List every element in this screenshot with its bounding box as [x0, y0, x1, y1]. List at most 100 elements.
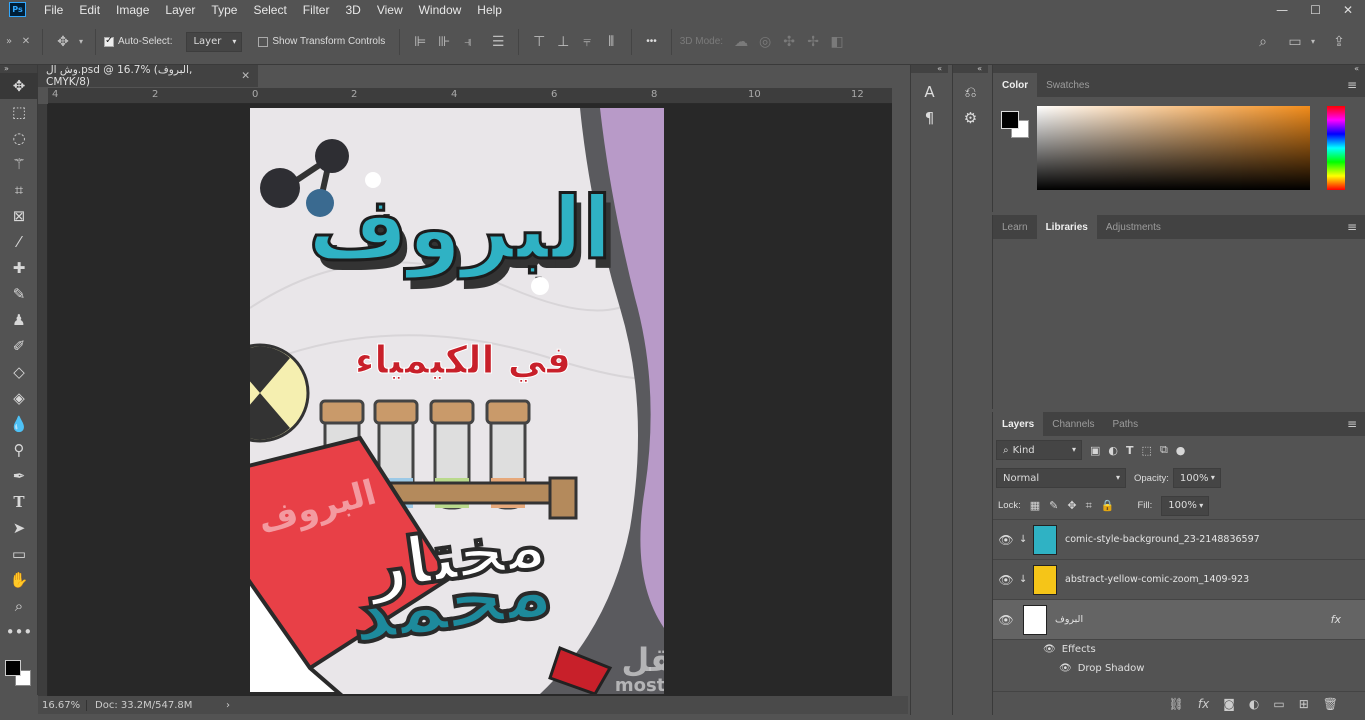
trash-icon[interactable]: 🗑 — [1323, 697, 1338, 711]
fill-field[interactable]: 100% ▾ — [1161, 495, 1210, 516]
pen-tool-icon[interactable]: ✒ — [0, 463, 38, 489]
3d-camera-icon[interactable]: ◧ — [825, 34, 849, 50]
collapse-column-2[interactable]: « — [953, 65, 988, 73]
panel-menu-icon[interactable]: ≡ — [1347, 215, 1365, 239]
lasso-tool-icon[interactable]: ◌ — [0, 125, 38, 151]
tab-learn[interactable]: Learn — [993, 215, 1037, 239]
blur-tool-icon[interactable]: 💧 — [0, 411, 38, 437]
layer-row[interactable]: 👁 ↓ comic-style-background_23-2148836597 — [993, 520, 1365, 560]
color-foreground-chip[interactable] — [1001, 111, 1019, 129]
foreground-color-swatch[interactable] — [5, 660, 21, 676]
add-style-icon[interactable]: fx — [1198, 697, 1209, 711]
tab-swatches[interactable]: Swatches — [1037, 73, 1098, 97]
chevron-down-icon[interactable]: ▾ — [75, 37, 87, 46]
frame-tool-icon[interactable]: ⊠ — [0, 203, 38, 229]
opacity-field[interactable]: 100% ▾ — [1172, 468, 1221, 488]
auto-select-dropdown[interactable]: Layer ▾ — [186, 31, 243, 52]
filter-smart-object-icon[interactable]: ⧉ — [1160, 443, 1168, 457]
maximize-button[interactable]: ☐ — [1310, 3, 1321, 17]
stamp-tool-icon[interactable]: ♟ — [0, 307, 38, 333]
3d-slide-icon[interactable]: ✢ — [801, 34, 825, 50]
collapse-column-1[interactable]: « — [911, 65, 948, 73]
layer-name[interactable]: abstract-yellow-comic-zoom_1409-923 — [1065, 574, 1249, 585]
properties-panel-icon[interactable]: ⚙ — [953, 105, 988, 131]
auto-select-checkbox[interactable] — [104, 35, 114, 47]
lock-position-icon[interactable]: ✥ — [1067, 499, 1076, 512]
hand-tool-icon[interactable]: ✋ — [0, 567, 38, 593]
lock-transparent-icon[interactable]: ▦ — [1030, 499, 1040, 512]
status-menu-icon[interactable]: › — [226, 700, 230, 711]
close-document-icon[interactable]: ✕ — [241, 70, 250, 82]
zoom-level[interactable]: 16.67% — [38, 700, 86, 711]
share-icon[interactable]: ⇪ — [1327, 34, 1351, 50]
character-panel-icon[interactable]: A — [911, 79, 948, 105]
menu-3d[interactable]: 3D — [337, 3, 368, 17]
close-options-icon[interactable]: ✕ — [18, 36, 34, 47]
minimize-button[interactable]: — — [1276, 3, 1288, 17]
type-tool-icon[interactable]: T — [0, 489, 38, 515]
filter-adjustment-icon[interactable]: ◐ — [1108, 444, 1118, 457]
artboard[interactable]: البروف البروف في الكيمياء البروف مختار م… — [250, 108, 664, 694]
marquee-tool-icon[interactable]: ⬚ — [0, 99, 38, 125]
panel-menu-icon[interactable]: ≡ — [1347, 412, 1365, 436]
menu-type[interactable]: Type — [203, 3, 245, 17]
collapse-icon[interactable]: » — [0, 36, 18, 47]
menu-select[interactable]: Select — [245, 3, 294, 17]
move-tool-preset-icon[interactable]: ✥ — [51, 34, 75, 50]
path-selection-icon[interactable]: ➤ — [0, 515, 38, 541]
layer-name[interactable]: comic-style-background_23-2148836597 — [1065, 534, 1260, 545]
shape-tool-icon[interactable]: ▭ — [0, 541, 38, 567]
menu-layer[interactable]: Layer — [157, 3, 203, 17]
menu-edit[interactable]: Edit — [71, 3, 108, 17]
link-layers-icon[interactable]: ⛓ — [1169, 697, 1184, 711]
toolbar-collapse[interactable]: » — [0, 65, 37, 73]
brush-tool-icon[interactable]: ✎ — [0, 281, 38, 307]
more-options-button[interactable]: ••• — [646, 36, 657, 47]
paint-bucket-icon[interactable]: ◈ — [0, 385, 38, 411]
new-layer-icon[interactable]: ⊞ — [1299, 697, 1309, 711]
workspace-icon[interactable]: ▭ — [1283, 34, 1307, 50]
blend-mode-dropdown[interactable]: Normal ▾ — [996, 468, 1126, 488]
filter-pixel-icon[interactable]: ▣ — [1090, 444, 1100, 457]
zoom-tool-icon[interactable]: ⌕ — [0, 593, 38, 619]
3d-roll-icon[interactable]: ◎ — [753, 34, 777, 50]
color-picker-field[interactable] — [1037, 106, 1310, 190]
panel-menu-icon[interactable]: ≡ — [1347, 73, 1365, 97]
paragraph-panel-icon[interactable]: ¶ — [911, 105, 948, 131]
align-left-icon[interactable]: ⊫ — [408, 34, 432, 50]
3d-orbit-icon[interactable]: ☁ — [729, 34, 753, 50]
distribute-icon[interactable]: ☰ — [486, 34, 510, 50]
eye-icon[interactable]: 👁 — [993, 533, 1019, 547]
menu-file[interactable]: File — [36, 3, 71, 17]
magic-wand-tool-icon[interactable]: ⚚ — [0, 151, 38, 177]
history-brush-icon[interactable]: ✐ — [0, 333, 38, 359]
filter-shape-icon[interactable]: ⬚ — [1142, 444, 1152, 457]
tab-channels[interactable]: Channels — [1043, 412, 1103, 436]
fx-icon[interactable]: fx — [1331, 613, 1341, 626]
chevron-down-icon[interactable]: ▾ — [1307, 37, 1319, 46]
close-window-button[interactable]: ✕ — [1343, 3, 1353, 17]
tab-adjustments[interactable]: Adjustments — [1097, 215, 1170, 239]
lock-pixels-icon[interactable]: ✎ — [1049, 499, 1058, 512]
document-tab[interactable]: وش ال.psd @ 16.7% (البروف, CMYK/8) ✕ — [38, 64, 258, 88]
eye-icon[interactable]: 👁 — [993, 613, 1019, 627]
filter-type-icon[interactable]: T — [1126, 444, 1134, 457]
photoshop-logo-icon[interactable]: Ps — [9, 2, 26, 17]
eye-icon[interactable]: 👁 — [993, 573, 1019, 587]
effects-row[interactable]: 👁 Effects — [993, 640, 1365, 659]
transform-controls-checkbox[interactable] — [258, 36, 269, 47]
menu-window[interactable]: Window — [411, 3, 470, 17]
menu-filter[interactable]: Filter — [295, 3, 338, 17]
history-panel-icon[interactable]: ⎌ — [953, 79, 988, 105]
search-icon[interactable]: ⌕ — [1251, 34, 1275, 50]
crop-tool-icon[interactable]: ⌗ — [0, 177, 38, 203]
tab-layers[interactable]: Layers — [993, 412, 1044, 436]
menu-image[interactable]: Image — [108, 3, 157, 17]
new-group-icon[interactable]: ▭ — [1273, 697, 1284, 711]
menu-help[interactable]: Help — [469, 3, 510, 17]
distribute-vertical-icon[interactable]: ⫴ — [599, 34, 623, 50]
align-middle-icon[interactable]: ⊥ — [551, 34, 575, 50]
drop-shadow-row[interactable]: 👁 Drop Shadow — [993, 659, 1365, 678]
align-top-icon[interactable]: ⊤ — [527, 34, 551, 50]
layer-filter-dropdown[interactable]: ⌕ Kind ▾ — [996, 440, 1082, 460]
